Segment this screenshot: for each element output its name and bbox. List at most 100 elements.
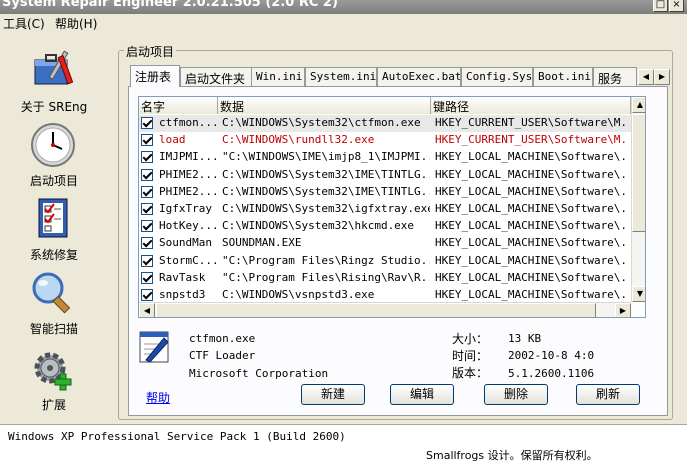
maximize-button[interactable]: □: [653, 0, 668, 12]
sidebar-item-extensions[interactable]: 扩展: [0, 346, 108, 416]
cell-data: C:\WINDOWS\System32\IME\TINTLG...: [222, 184, 430, 198]
column-header-data[interactable]: 数据: [218, 97, 431, 114]
cell-name: PHIME2...: [159, 184, 217, 198]
startup-list[interactable]: 名字 数据 键路径 ctfmon... C:\WINDOWS\System32\c…: [138, 96, 646, 318]
cell-path: HKEY_LOCAL_MACHINE\Software\...: [435, 150, 629, 164]
table-row[interactable]: SoundMan SOUNDMAN.EXE HKEY_LOCAL_MACHINE\S…: [139, 235, 631, 252]
groupbox-title: 启动项目: [124, 43, 177, 60]
column-header-name[interactable]: 名字: [139, 97, 218, 114]
title-bar: System Repair Engineer 2.0.21.505 (2.0 R…: [0, 0, 687, 14]
row-checkbox[interactable]: [141, 254, 153, 267]
scroll-left-button[interactable]: ◀: [139, 303, 155, 317]
tab-scroll-right-button[interactable]: ▶: [654, 69, 670, 85]
table-row[interactable]: load C:\WINDOWS\rundll32.exe HKEY_CURRENT_…: [139, 132, 631, 149]
sidebar-item-about[interactable]: 关于 SREng: [0, 46, 108, 116]
close-icon: ×: [672, 0, 681, 10]
tab-registry[interactable]: 注册表: [130, 65, 180, 87]
checklist-icon: [38, 198, 68, 238]
detail-size-value: 13 KB: [508, 332, 542, 345]
row-checkbox[interactable]: [141, 202, 153, 215]
clock-icon: [31, 123, 75, 167]
delete-button[interactable]: 删除: [484, 384, 548, 405]
help-link[interactable]: 帮助: [146, 389, 170, 406]
cell-name: IgfxTray: [159, 201, 212, 215]
cell-data: SOUNDMAN.EXE: [222, 236, 302, 250]
table-row[interactable]: PHIME2... C:\WINDOWS\System32\IME\TINTLG.…: [139, 184, 631, 201]
detail-time-value: 2002-10-8 4:0: [508, 349, 595, 362]
detail-description: CTF Loader: [189, 349, 256, 362]
tab-autoexec[interactable]: AutoExec.bat: [377, 67, 461, 86]
cell-path: HKEY_CURRENT_USER\Software\M...: [435, 133, 629, 147]
cell-data: C:\WINDOWS\System32\igfxtray.exe: [222, 201, 430, 215]
new-button[interactable]: 新建: [301, 384, 365, 405]
table-row[interactable]: ctfmon... C:\WINDOWS\System32\ctfmon.exe H…: [139, 115, 631, 133]
tab-config-sys[interactable]: Config.Sys: [461, 67, 533, 86]
arrow-up-icon: ▲: [636, 100, 644, 109]
horizontal-scroll-thumb[interactable]: [156, 303, 596, 317]
table-row[interactable]: IgfxTray C:\WINDOWS\System32\igfxtray.exe…: [139, 201, 631, 218]
column-header-path[interactable]: 键路径: [431, 97, 631, 114]
horizontal-scrollbar[interactable]: ◀ ▶: [139, 302, 631, 317]
tab-system-ini[interactable]: System.ini: [305, 67, 377, 86]
cell-path: HKEY_LOCAL_MACHINE\Software\...: [435, 167, 629, 181]
cell-path: HKEY_LOCAL_MACHINE\Software\...: [435, 270, 629, 284]
cell-name: HotKey...: [159, 219, 217, 233]
sidebar-item-label: 启动项目: [29, 174, 78, 188]
vertical-scrollbar[interactable]: ▲ ▼: [631, 97, 645, 302]
scroll-up-button[interactable]: ▲: [632, 97, 645, 113]
row-checkbox[interactable]: [141, 134, 153, 147]
row-checkbox[interactable]: [141, 237, 153, 250]
file-properties-icon: [139, 331, 169, 363]
vertical-scroll-thumb[interactable]: [632, 114, 645, 232]
row-checkbox[interactable]: [141, 271, 153, 284]
table-row[interactable]: RavTask "C:\Program Files\Rising\Rav\R...…: [139, 270, 631, 287]
gear-plus-icon: [34, 352, 72, 391]
arrow-down-icon: ▼: [636, 289, 644, 298]
tab-boot-ini[interactable]: Boot.ini: [533, 67, 593, 86]
tab-win-ini[interactable]: Win.ini: [251, 67, 305, 86]
menu-help[interactable]: 帮助(H): [55, 15, 97, 32]
sidebar-item-scan[interactable]: 智能扫描: [0, 270, 108, 340]
cell-name: ctfmon...: [159, 116, 217, 129]
sidebar-item-label: 智能扫描: [29, 322, 78, 336]
cell-name: SoundMan: [159, 236, 212, 250]
close-button[interactable]: ×: [669, 0, 684, 12]
table-row[interactable]: StormC... "C:\Program Files\Ringz Studio.…: [139, 253, 631, 270]
row-checkbox[interactable]: [141, 151, 153, 164]
sidebar-item-repair[interactable]: 系统修复: [0, 196, 108, 266]
row-checkbox[interactable]: [141, 185, 153, 198]
table-row[interactable]: IMJPMI... "C:\WINDOWS\IME\imjp8_1\IMJPMI.…: [139, 149, 631, 166]
cell-data: C:\WINDOWS\System32\ctfmon.exe: [222, 116, 421, 129]
cell-name: StormC...: [159, 253, 217, 267]
cell-data: C:\WINDOWS\rundll32.exe: [222, 133, 375, 147]
arrow-right-icon: ▶: [658, 72, 666, 81]
status-copyright: Smallfrogs 设计。保留所有权利。: [426, 449, 598, 462]
table-row[interactable]: HotKey... C:\WINDOWS\System32\hkcmd.exe HK…: [139, 218, 631, 235]
sidebar-item-startup[interactable]: 启动项目: [0, 122, 108, 192]
detail-size-label: 大小：: [452, 332, 489, 346]
list-rows: ctfmon... C:\WINDOWS\System32\ctfmon.exe H…: [139, 115, 631, 304]
cell-path: HKEY_LOCAL_MACHINE\Software\...: [435, 253, 629, 267]
tab-startup-folder[interactable]: 启动文件夹: [180, 67, 254, 86]
tab-services[interactable]: 服务: [593, 67, 637, 86]
row-checkbox[interactable]: [141, 220, 153, 233]
table-row[interactable]: PHIME2... C:\WINDOWS\System32\IME\TINTLG.…: [139, 167, 631, 184]
edit-button[interactable]: 编辑: [390, 384, 454, 405]
arrow-right-icon: ▶: [619, 306, 627, 315]
detail-version-value: 5.1.2600.1106: [508, 367, 595, 380]
refresh-button[interactable]: 刷新: [576, 384, 640, 405]
scroll-right-button[interactable]: ▶: [615, 303, 631, 317]
cell-data: "C:\Program Files\Rising\Rav\R...: [222, 270, 430, 284]
scroll-down-button[interactable]: ▼: [632, 286, 645, 302]
row-checkbox[interactable]: [141, 288, 153, 301]
cell-name: load: [159, 133, 186, 147]
tab-scroll-left-button[interactable]: ◀: [638, 69, 654, 85]
menu-tools[interactable]: 工具(C): [3, 15, 45, 32]
row-checkbox[interactable]: [141, 117, 153, 129]
magnifier-icon: [32, 272, 71, 314]
cell-path: HKEY_LOCAL_MACHINE\Software\...: [435, 287, 629, 301]
row-checkbox[interactable]: [141, 168, 153, 181]
cell-name: snpstd3: [159, 287, 206, 301]
sidebar: 关于 SREng 启动项目 系统修复 智能扫描 扩展: [0, 34, 112, 424]
list-header: 名字 数据 键路径: [139, 97, 631, 114]
